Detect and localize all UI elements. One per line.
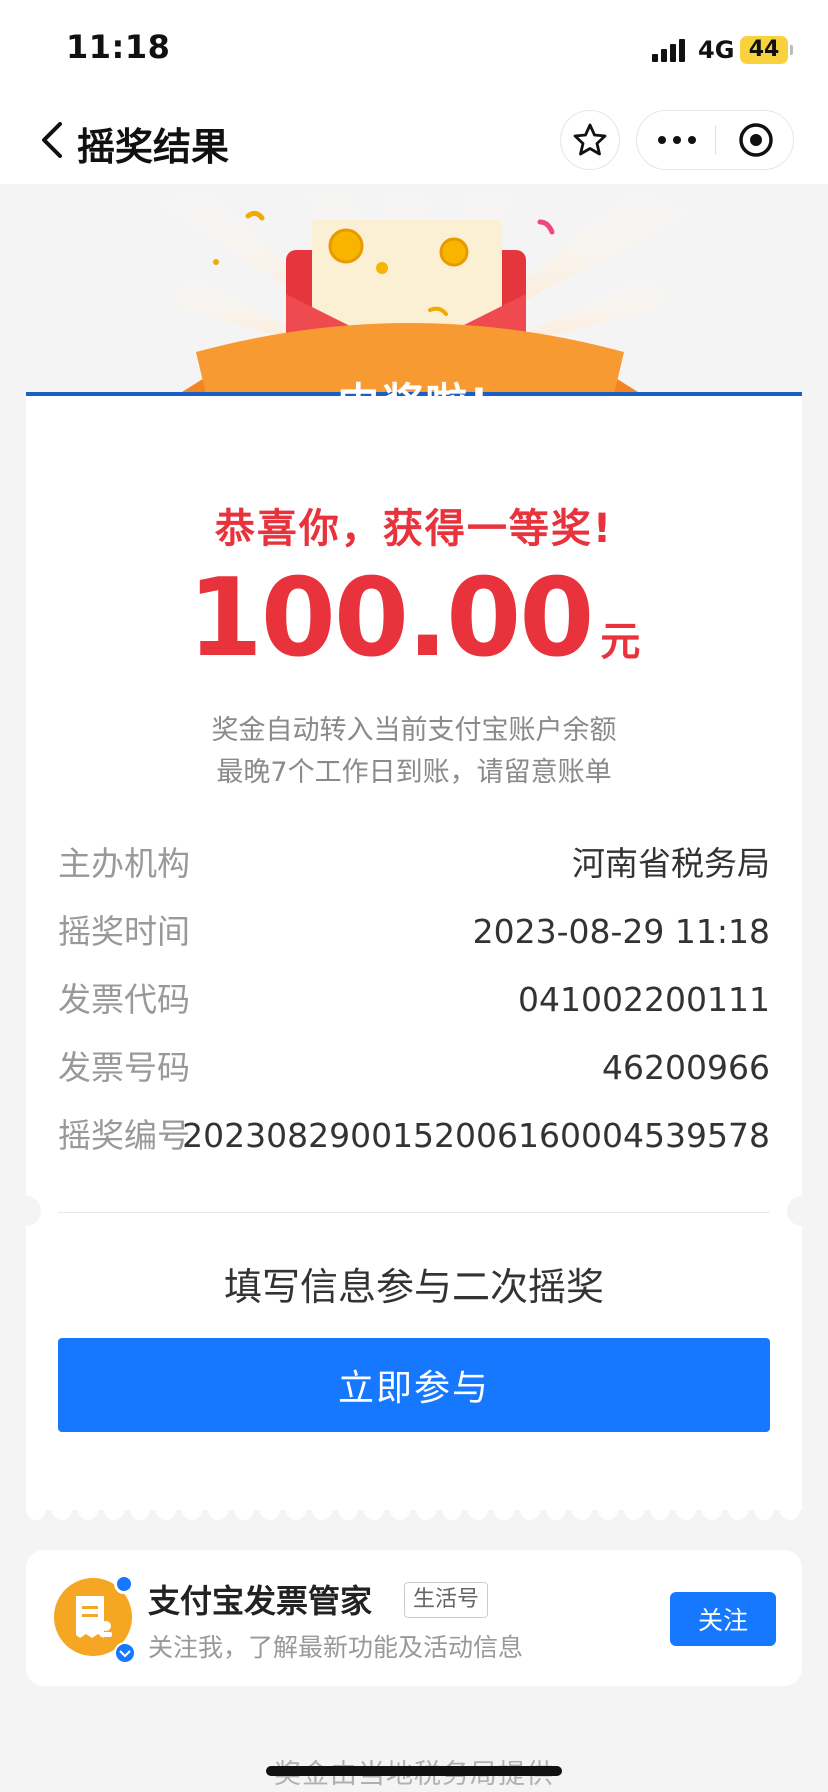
network-label: 4G: [698, 36, 735, 64]
info-value: 河南省税务局: [572, 844, 770, 883]
info-row-draw-time: 摇奖时间 2023-08-29 11:18: [58, 910, 770, 954]
ticket-notch-right: [787, 1196, 817, 1226]
more-icon: [658, 136, 696, 144]
payout-note-line2: 最晚7个工作日到账，请留意账单: [216, 757, 612, 788]
info-row-invoice-code: 发票代码 041002200111: [58, 978, 770, 1022]
more-button[interactable]: [637, 111, 717, 169]
congrats-text: 恭喜你，获得一等奖!: [214, 506, 614, 552]
service-account-card[interactable]: 支付宝发票管家 生活号 关注我，了解最新功能及活动信息 关注: [26, 1550, 802, 1686]
favorite-button[interactable]: [560, 110, 620, 170]
status-bar: 11:18 4G 44: [0, 0, 828, 96]
mini-program-capsule: [636, 110, 794, 170]
back-icon[interactable]: [38, 118, 66, 162]
info-row-invoice-number: 发票号码 46200966: [58, 1046, 770, 1090]
nav-bar: 摇奖结果: [0, 96, 828, 184]
status-time: 11:18: [66, 28, 171, 66]
prize-amount: 100.00: [187, 556, 595, 681]
ticket-notch-left: [11, 1196, 41, 1226]
join-now-button[interactable]: 立即参与: [58, 1338, 770, 1432]
close-mini-program-button[interactable]: [717, 111, 795, 169]
prize-unit: 元: [600, 619, 641, 665]
prize-amount-row: 100.00 元: [26, 556, 802, 681]
info-value: 2023-08-29 11:18: [472, 912, 770, 951]
second-draw-title: 填写信息参与二次摇奖: [223, 1265, 604, 1309]
verified-icon: [114, 1642, 136, 1664]
payout-note-line1: 奖金自动转入当前支付宝账户余额: [211, 715, 617, 746]
capsule-divider: [715, 125, 716, 155]
result-card: 中奖啦! 恭喜你，获得一等奖! 100.00 元 奖金自动转入当前支付宝账户余额 …: [11, 379, 817, 1510]
star-icon: [573, 123, 607, 156]
home-indicator[interactable]: [266, 1766, 562, 1776]
info-label: 发票号码: [58, 1048, 190, 1087]
info-label: 主办机构: [58, 844, 190, 883]
info-label: 摇奖编号: [58, 1116, 190, 1155]
info-row-organizer: 主办机构 河南省税务局: [58, 842, 770, 886]
account-type-tag: 生活号: [404, 1582, 489, 1618]
info-row-draw-id: 摇奖编号 2023082900152006160004539578: [58, 1114, 770, 1158]
follow-button[interactable]: 关注: [670, 1592, 776, 1646]
info-value: 2023082900152006160004539578: [182, 1116, 770, 1155]
info-value: 46200966: [602, 1048, 770, 1087]
divider: [58, 1212, 770, 1213]
ticket-scallop-edge: [26, 1498, 802, 1520]
info-label: 摇奖时间: [58, 912, 190, 951]
info-label: 发票代码: [58, 980, 190, 1019]
account-name: 支付宝发票管家: [148, 1582, 373, 1620]
unread-dot: [114, 1574, 134, 1594]
battery-tip: [790, 45, 793, 55]
account-description: 关注我，了解最新功能及活动信息: [148, 1633, 524, 1662]
ribbon-banner-text: 中奖啦!: [337, 379, 491, 428]
page-title: 摇奖结果: [77, 125, 230, 169]
invoice-icon: [76, 1596, 112, 1638]
close-target-icon: [739, 123, 773, 157]
signal-icon: [652, 39, 685, 62]
info-value: 041002200111: [518, 980, 770, 1019]
battery-indicator: 44: [740, 36, 788, 64]
